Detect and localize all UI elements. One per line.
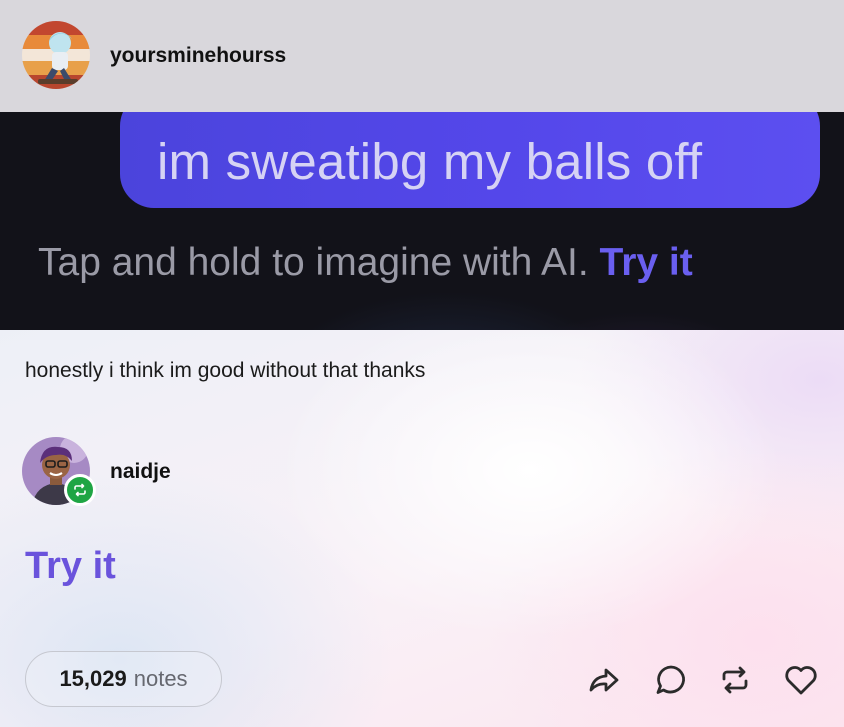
reblog-badge-icon (64, 474, 96, 506)
notes-count: 15,029 (59, 666, 127, 691)
ai-hint-text: Tap and hold to imagine with AI. (38, 241, 589, 284)
notes-label: notes (133, 666, 188, 691)
share-icon[interactable] (585, 661, 623, 699)
reply-icon[interactable] (652, 661, 690, 699)
ai-hint-link: Try it (599, 241, 693, 284)
author-avatar[interactable] (22, 21, 90, 89)
post-image: im sweatibg my balls off Tap and hold to… (0, 112, 844, 330)
reblog-body-link[interactable]: Try it (25, 545, 116, 588)
message-bubble-text: im sweatibg my balls off (157, 133, 703, 190)
reblogger-username[interactable]: naidje (110, 460, 171, 484)
ai-hint: Tap and hold to imagine with AI. Try it (38, 241, 693, 285)
notes-button[interactable]: 15,029 notes (25, 651, 222, 707)
reblog-icon[interactable] (716, 661, 754, 699)
post-body: honestly i think im good without that th… (25, 359, 426, 382)
like-icon[interactable] (782, 661, 820, 699)
author-username[interactable]: yoursminehourss (110, 44, 286, 68)
